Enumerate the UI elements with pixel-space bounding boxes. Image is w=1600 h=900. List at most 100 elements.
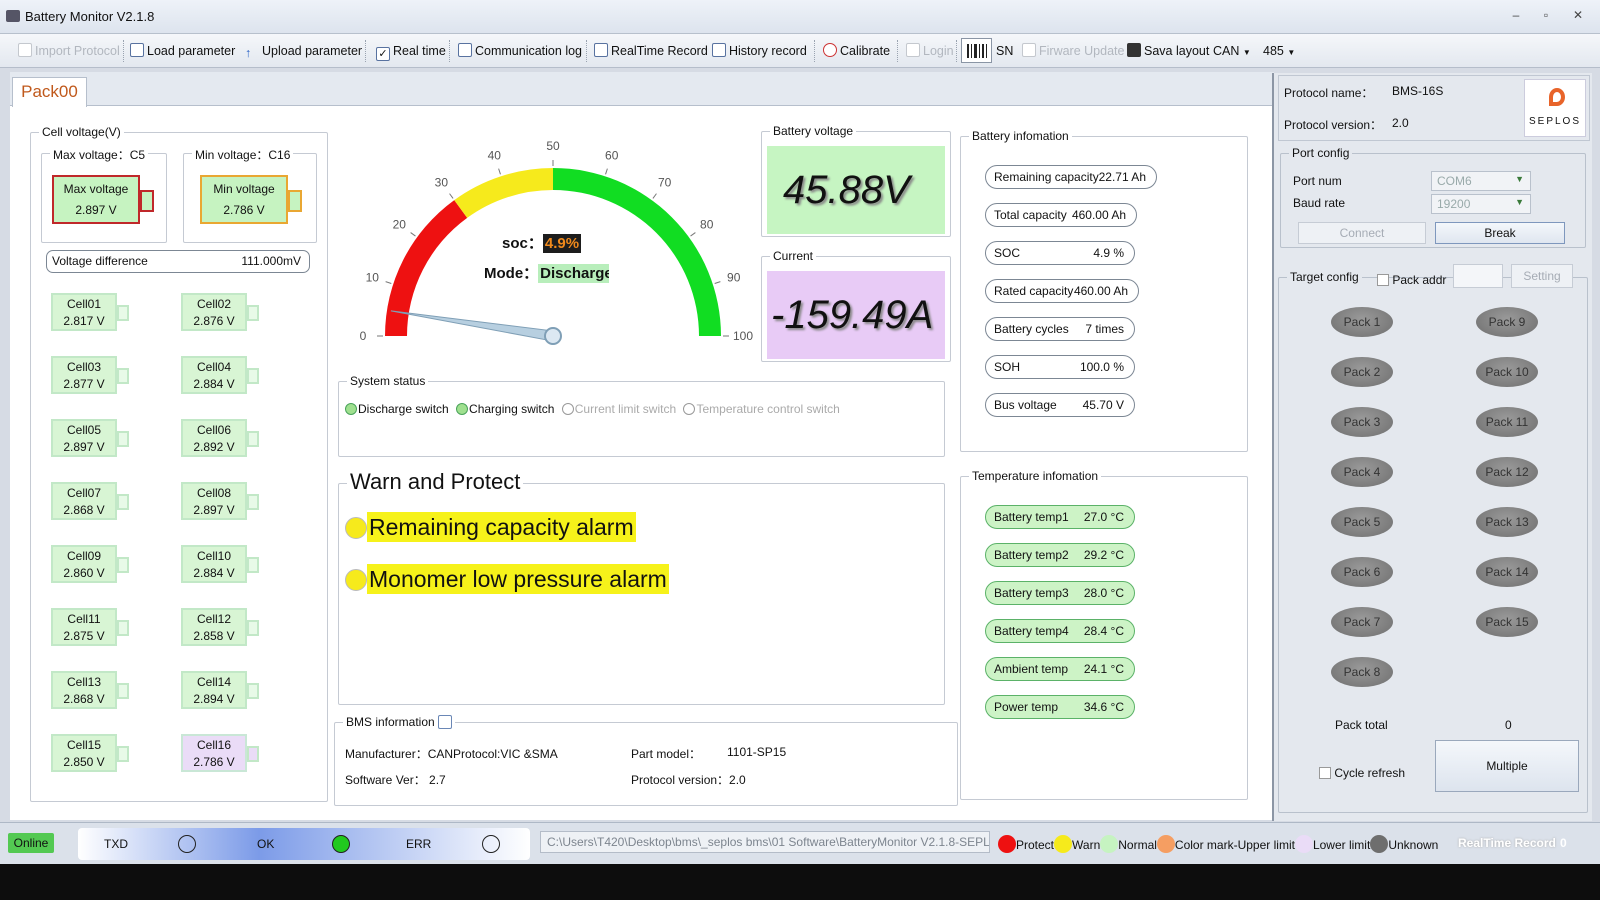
pack-addr-checkbox[interactable] [1377,274,1389,286]
refresh-icon[interactable] [438,715,453,729]
port-num-select[interactable]: COM6 ▼ [1431,171,1531,191]
alarm-row: Remaining capacity alarm [345,512,636,542]
pack-button-12[interactable]: Pack 12 [1476,457,1538,487]
minimize-button[interactable]: – [1506,8,1526,24]
info-label: Bus voltage [994,398,1057,412]
bms-info-title: BMS information [346,715,435,729]
min-voltage-title: Min voltage：C16 [192,146,294,163]
login-label: Login [923,44,954,58]
max-voltage-title: Max voltage：C5 [50,146,149,163]
save-layout-label: Sava layout [1144,44,1210,58]
protocol-version-label: Protocol version： [1284,118,1383,132]
baud-rate-select[interactable]: 19200 ▼ [1431,194,1531,214]
pack-button-6[interactable]: Pack 6 [1331,557,1393,587]
cell-13: Cell13 2.868 V [51,671,129,709]
pack-button-15[interactable]: Pack 15 [1476,607,1538,637]
info-label: SOC [994,246,1021,260]
status-bar: Online TXD OK ERR C:\Users\T420\Desktop\… [0,822,1600,864]
cell-name: Cell09 [66,549,102,563]
legend-item: Lower limit [1294,835,1371,853]
err-label: ERR [406,837,432,851]
pack-button-5[interactable]: Pack 5 [1331,507,1393,537]
pack-button-14[interactable]: Pack 14 [1476,557,1538,587]
communication-log-button[interactable]: Communication log [458,41,582,61]
voltage-difference-label: Voltage difference [52,254,148,268]
chevron-down-icon: ▼ [1287,48,1296,57]
cycle-refresh-checkbox[interactable] [1319,767,1331,779]
pack-button-1[interactable]: Pack 1 [1331,307,1393,337]
pack-button-2[interactable]: Pack 2 [1331,357,1393,387]
pack-button-11[interactable]: Pack 11 [1476,407,1538,437]
gauge-needle [390,310,555,342]
system-status-group: System status Discharge switch Charging … [338,374,945,457]
calibrate-label: Calibrate [840,44,891,58]
firmware-update-button[interactable]: Firware Update [1022,41,1124,61]
gauge-tick-label: 80 [700,217,714,231]
alarm-text: Monomer low pressure alarm [367,564,669,594]
temperature-info-title: Temperature infomation [969,469,1102,483]
can-dropdown[interactable]: CAN ▼ [1213,41,1251,61]
soc-readout: soc： 4.9% [502,232,582,253]
log-path-field[interactable]: C:\Users\T420\Desktop\bms\_seplos bms\01… [540,831,990,853]
setting-button[interactable]: Setting [1511,264,1573,288]
upload-parameter-button[interactable]: ↑ Upload parameter [245,41,362,61]
connect-button[interactable]: Connect [1298,222,1426,244]
chevron-down-icon: ▼ [1515,174,1524,184]
pack-button-13[interactable]: Pack 13 [1476,507,1538,537]
pack-button-3[interactable]: Pack 3 [1331,407,1393,437]
import-protocol-button[interactable]: Import Protocol [18,41,120,61]
pack-button-9[interactable]: Pack 9 [1476,307,1538,337]
cell-voltage: 2.897 V [63,440,105,454]
realtime-record-status: RealTime Record [1458,836,1556,850]
bms-info-title-wrap: BMS information [343,715,456,729]
cell-voltage: 2.876 V [193,314,235,328]
pack-button-10[interactable]: Pack 10 [1476,357,1538,387]
barcode-icon[interactable] [961,38,992,63]
cell-09: Cell09 2.860 V [51,545,129,583]
current-title: Current [770,249,817,263]
load-parameter-button[interactable]: Load parameter [130,41,235,61]
communication-log-label: Communication log [475,44,582,58]
gauge-yellow-zone [454,168,553,218]
pack-label: Pack 5 [1343,515,1381,529]
cell-name: Cell08 [196,486,232,500]
tab-pack00[interactable]: Pack00 [12,77,87,107]
realtime-record-button[interactable]: RealTime Record [594,41,708,61]
warn-protect-group: Warn and Protect Remaining capacity alar… [338,469,945,705]
battery-info-item: Total capacity 460.00 Ah [985,203,1137,227]
port-config-group: Port config Port num COM6 ▼ Baud rate 192… [1280,146,1586,248]
discharge-switch-label: Discharge switch [358,402,449,416]
warn-indicator [345,568,367,591]
gauge-tick-label: 60 [605,148,619,162]
save-layout-button[interactable]: Sava layout [1127,41,1209,61]
info-label: SOH [994,360,1021,374]
sn-button[interactable]: SN [996,41,1013,61]
login-button[interactable]: Login [906,41,954,61]
restore-button[interactable]: ▫ [1536,8,1556,24]
pack-label: Pack 3 [1343,415,1381,429]
target-config-header: Target config [1287,270,1362,284]
voltage-difference-box: Voltage difference 111.000mV [46,250,310,273]
charging-switch-label: Charging switch [469,402,555,416]
history-record-button[interactable]: History record [712,41,807,61]
pack-label: Pack 1 [1343,315,1381,329]
legend-label: Lower limit [1312,838,1371,852]
pack-button-7[interactable]: Pack 7 [1331,607,1393,637]
multiple-button[interactable]: Multiple [1435,740,1579,792]
real-time-button[interactable]: ✓ Real time [376,41,446,61]
pack-button-8[interactable]: Pack 8 [1331,657,1393,687]
pack-addr-input[interactable] [1453,264,1503,288]
protocol-row: Protocol version：2.0 [631,771,746,788]
info-label: Total capacity [994,208,1067,222]
txd-led [178,835,196,853]
battery-terminal [247,683,259,699]
close-button[interactable]: ✕ [1568,8,1588,24]
battery-voltage-title: Battery voltage [770,124,857,138]
pack-button-4[interactable]: Pack 4 [1331,457,1393,487]
calibrate-button[interactable]: Calibrate [823,41,890,61]
temp-value: 34.6 °C [1083,700,1124,714]
break-button[interactable]: Break [1435,222,1565,244]
rs485-dropdown[interactable]: 485 ▼ [1263,41,1295,61]
temp-value: 28.0 °C [1083,586,1124,600]
max-voltage-label: Max voltage [63,182,129,196]
